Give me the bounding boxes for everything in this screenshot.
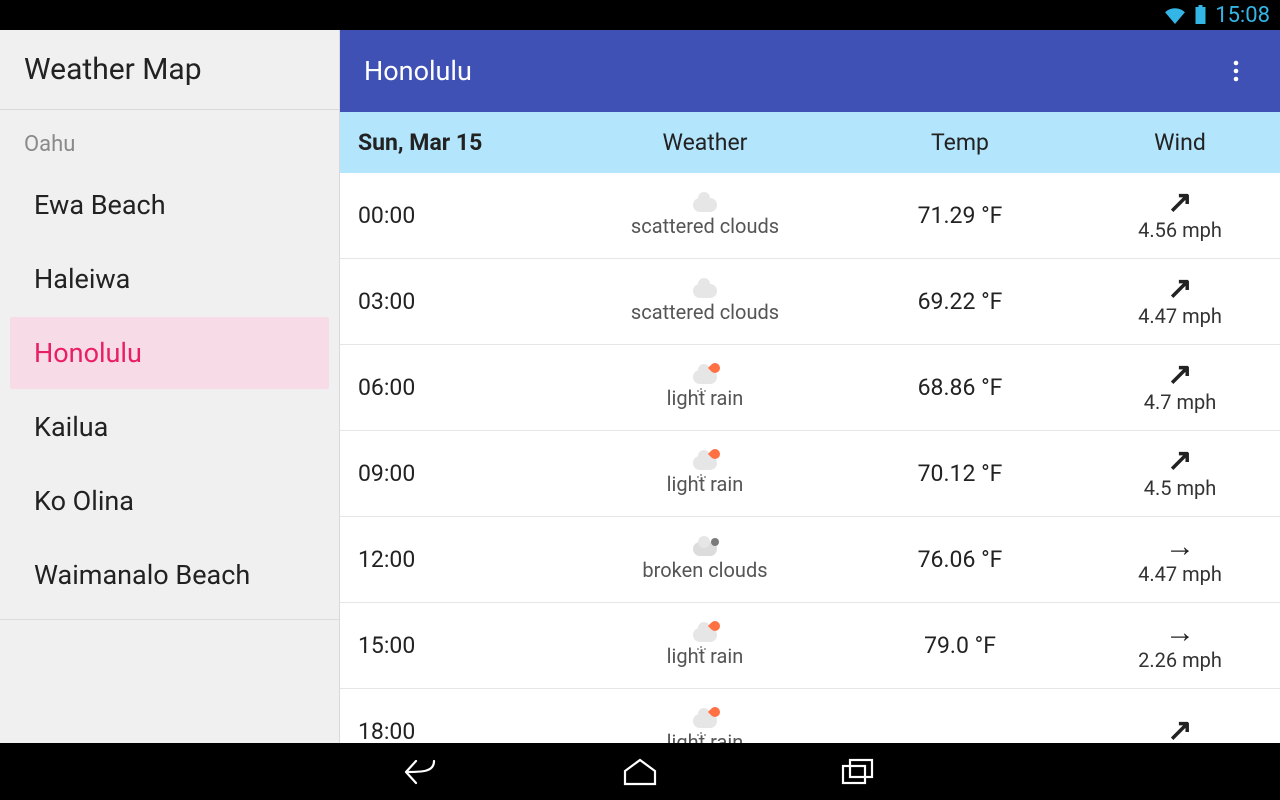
rain-icon	[692, 708, 718, 728]
cell-temp: 70.12 °F	[840, 460, 1080, 487]
header-temp: Temp	[840, 129, 1080, 156]
cell-temp: 68.86 °F	[840, 374, 1080, 401]
nav-home-button[interactable]	[616, 748, 664, 796]
cell-wind: →2.26 mph	[1080, 618, 1280, 672]
wind-direction-icon: ↗	[1167, 446, 1192, 476]
cell-weather: light rain	[570, 364, 840, 410]
cell-weather: scattered clouds	[570, 192, 840, 238]
weather-label: light rain	[667, 644, 744, 668]
wind-direction-icon: ↗	[1167, 188, 1192, 218]
cell-weather: light rain	[570, 450, 840, 496]
wind-speed: 4.5 mph	[1144, 476, 1217, 500]
status-clock: 15:08	[1215, 3, 1270, 28]
cell-weather: light rain	[570, 708, 840, 743]
rain-icon	[692, 364, 718, 384]
forecast-header-row: Sun, Mar 15 Weather Temp Wind	[340, 112, 1280, 173]
wind-speed: 4.47 mph	[1138, 562, 1222, 586]
cell-time: 03:00	[340, 288, 570, 315]
cell-time: 00:00	[340, 202, 570, 229]
cell-time: 12:00	[340, 546, 570, 573]
cell-time: 09:00	[340, 460, 570, 487]
wind-direction-icon: ↗	[1167, 716, 1192, 743]
wind-speed: 4.7 mph	[1144, 390, 1217, 414]
cell-temp: 76.06 °F	[840, 546, 1080, 573]
cell-time: 18:00	[340, 718, 570, 744]
wind-speed: 2.26 mph	[1138, 648, 1222, 672]
wind-direction-icon: ↗	[1167, 360, 1192, 390]
sidebar-item[interactable]: Ko Olina	[10, 465, 329, 537]
cell-weather: broken clouds	[570, 536, 840, 582]
nav-recents-button[interactable]	[834, 748, 882, 796]
recents-icon	[841, 758, 875, 786]
weather-label: light rain	[667, 386, 744, 410]
sidebar-item[interactable]: Ewa Beach	[10, 169, 329, 241]
forecast-row[interactable]: 03:00scattered clouds69.22 °F↗4.47 mph	[340, 259, 1280, 345]
nav-back-button[interactable]	[398, 748, 446, 796]
more-vert-icon	[1233, 59, 1239, 83]
sidebar-item[interactable]: Honolulu	[10, 317, 329, 389]
cloud-icon	[692, 278, 718, 298]
header-weather: Weather	[570, 129, 840, 156]
weather-label: light rain	[667, 472, 744, 496]
sidebar-title: Weather Map	[0, 30, 339, 110]
header-date: Sun, Mar 15	[340, 129, 570, 156]
sidebar-divider	[0, 619, 339, 620]
cell-temp: 79.0 °F	[840, 632, 1080, 659]
rain-icon	[692, 622, 718, 642]
sidebar-item[interactable]: Haleiwa	[10, 243, 329, 315]
cell-wind: →4.47 mph	[1080, 532, 1280, 586]
weather-label: broken clouds	[642, 558, 767, 582]
sidebar-group-label: Oahu	[0, 110, 339, 167]
appbar-title: Honolulu	[364, 55, 472, 87]
weather-label: light rain	[667, 730, 744, 743]
cell-temp: 69.22 °F	[840, 288, 1080, 315]
app-root: Weather Map Oahu Ewa BeachHaleiwaHonolul…	[0, 30, 1280, 743]
cell-wind: ↗4.47 mph	[1080, 274, 1280, 328]
wifi-icon	[1164, 6, 1186, 24]
wind-direction-icon: ↗	[1167, 274, 1192, 304]
cell-wind: ↗	[1080, 716, 1280, 743]
forecast-row[interactable]: 15:00light rain79.0 °F→2.26 mph	[340, 603, 1280, 689]
forecast-row[interactable]: 06:00light rain68.86 °F↗4.7 mph	[340, 345, 1280, 431]
forecast-row[interactable]: 00:00scattered clouds71.29 °F↗4.56 mph	[340, 173, 1280, 259]
sidebar-items: Ewa BeachHaleiwaHonoluluKailuaKo OlinaWa…	[0, 167, 339, 613]
forecast-row[interactable]: 09:00light rain70.12 °F↗4.5 mph	[340, 431, 1280, 517]
home-icon	[621, 757, 659, 787]
rain-icon	[692, 450, 718, 470]
wind-speed: 4.56 mph	[1138, 218, 1222, 242]
cell-wind: ↗4.7 mph	[1080, 360, 1280, 414]
weather-label: scattered clouds	[631, 300, 779, 324]
weather-label: scattered clouds	[631, 214, 779, 238]
forecast-row[interactable]: 18:00 light rain ↗	[340, 689, 1280, 744]
cell-weather: scattered clouds	[570, 278, 840, 324]
back-icon	[404, 757, 440, 787]
sidebar-item[interactable]: Kailua	[10, 391, 329, 463]
app-bar: Honolulu	[340, 30, 1280, 112]
broken-clouds-icon	[692, 536, 718, 556]
wind-direction-icon: →	[1165, 618, 1195, 648]
cloud-icon	[692, 192, 718, 212]
forecast-row[interactable]: 12:00broken clouds76.06 °F→4.47 mph	[340, 517, 1280, 603]
cell-weather: light rain	[570, 622, 840, 668]
header-wind: Wind	[1080, 129, 1280, 156]
cell-time: 06:00	[340, 374, 570, 401]
cell-temp: 71.29 °F	[840, 202, 1080, 229]
main-panel: Honolulu Sun, Mar 15 Weather Temp Wind 0…	[340, 30, 1280, 743]
battery-icon	[1194, 5, 1207, 25]
cell-wind: ↗4.5 mph	[1080, 446, 1280, 500]
android-nav-bar	[0, 743, 1280, 800]
wind-direction-icon: →	[1165, 532, 1195, 562]
wind-speed: 4.47 mph	[1138, 304, 1222, 328]
cell-wind: ↗4.56 mph	[1080, 188, 1280, 242]
forecast-rows[interactable]: 00:00scattered clouds71.29 °F↗4.56 mph03…	[340, 173, 1280, 744]
cell-time: 15:00	[340, 632, 570, 659]
sidebar: Weather Map Oahu Ewa BeachHaleiwaHonolul…	[0, 30, 340, 743]
sidebar-item[interactable]: Waimanalo Beach	[10, 539, 329, 611]
android-status-bar: 15:08	[0, 0, 1280, 30]
overflow-menu-button[interactable]	[1216, 51, 1256, 91]
